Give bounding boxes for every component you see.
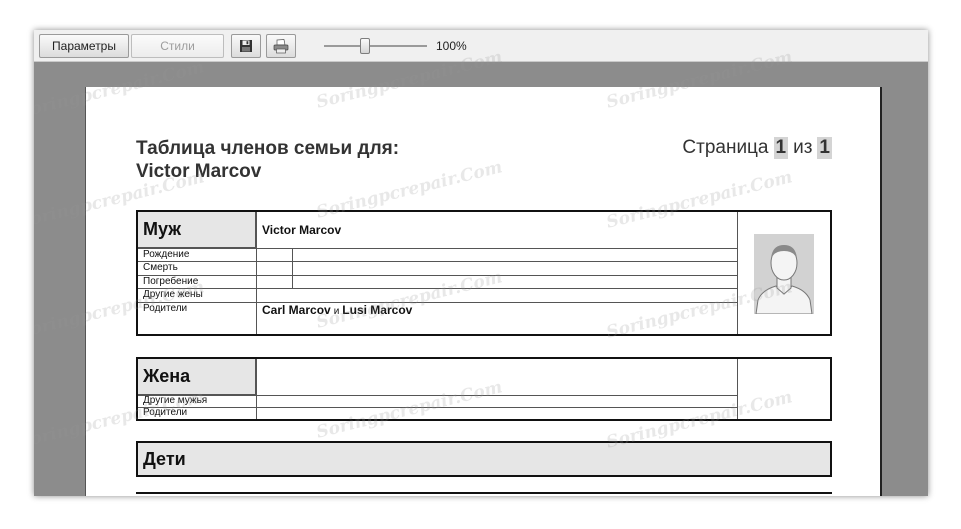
- birth-label: Рождение: [143, 249, 190, 260]
- and-word: и: [333, 306, 340, 317]
- death-label: Смерть: [143, 262, 178, 273]
- husband-parents-label: Родители: [143, 303, 188, 314]
- wife-parents-label: Родители: [143, 407, 188, 418]
- page-title: Таблица членов семьи для: Victor Marcov: [136, 137, 399, 183]
- page-of: из: [793, 137, 813, 158]
- page-number: Страница 1 из 1: [682, 137, 832, 159]
- father-name: Carl Marcov: [262, 303, 331, 317]
- children-table: Дети: [136, 441, 832, 477]
- other-husbands-label: Другие мужья: [143, 395, 208, 406]
- husband-table: Муж Victor Marcov Рождение Смерть Погреб…: [136, 210, 832, 336]
- save-button[interactable]: [231, 34, 261, 58]
- husband-name: Victor Marcov: [262, 223, 342, 237]
- title-person-name: Victor Marcov: [136, 161, 262, 182]
- wife-role-label: Жена: [138, 359, 256, 395]
- wife-table: Жена Другие мужья Родители: [136, 357, 832, 421]
- zoom-level-label: 100%: [436, 39, 467, 53]
- mother-name: Lusi Marcov: [342, 303, 413, 317]
- next-table-top-border: [136, 492, 832, 494]
- zoom-slider-thumb[interactable]: [360, 38, 370, 54]
- floppy-disk-icon: [240, 40, 252, 52]
- other-wives-label: Другие жены: [143, 289, 203, 300]
- husband-role-label: Муж: [138, 212, 256, 248]
- page-total: 1: [817, 137, 832, 159]
- report-viewer-window: Параметры Стили 100% Таблица членов семь…: [34, 30, 928, 496]
- person-silhouette-icon: [754, 234, 814, 314]
- printer-icon: [273, 38, 289, 53]
- page-prefix: Страница: [682, 137, 769, 158]
- styles-button[interactable]: Стили: [131, 34, 224, 58]
- page-current: 1: [773, 137, 789, 159]
- print-button[interactable]: [266, 34, 296, 58]
- parameters-button[interactable]: Параметры: [39, 34, 129, 58]
- children-role-label: Дети: [138, 443, 338, 475]
- report-page: Таблица членов семьи для: Victor Marcov …: [85, 87, 882, 496]
- husband-parents-value: Carl Marcov и Lusi Marcov: [262, 303, 412, 317]
- title-line: Таблица членов семьи для:: [136, 138, 400, 159]
- toolbar: Параметры Стили 100%: [34, 30, 928, 62]
- zoom-slider[interactable]: [324, 38, 427, 54]
- burial-label: Погребение: [143, 276, 199, 287]
